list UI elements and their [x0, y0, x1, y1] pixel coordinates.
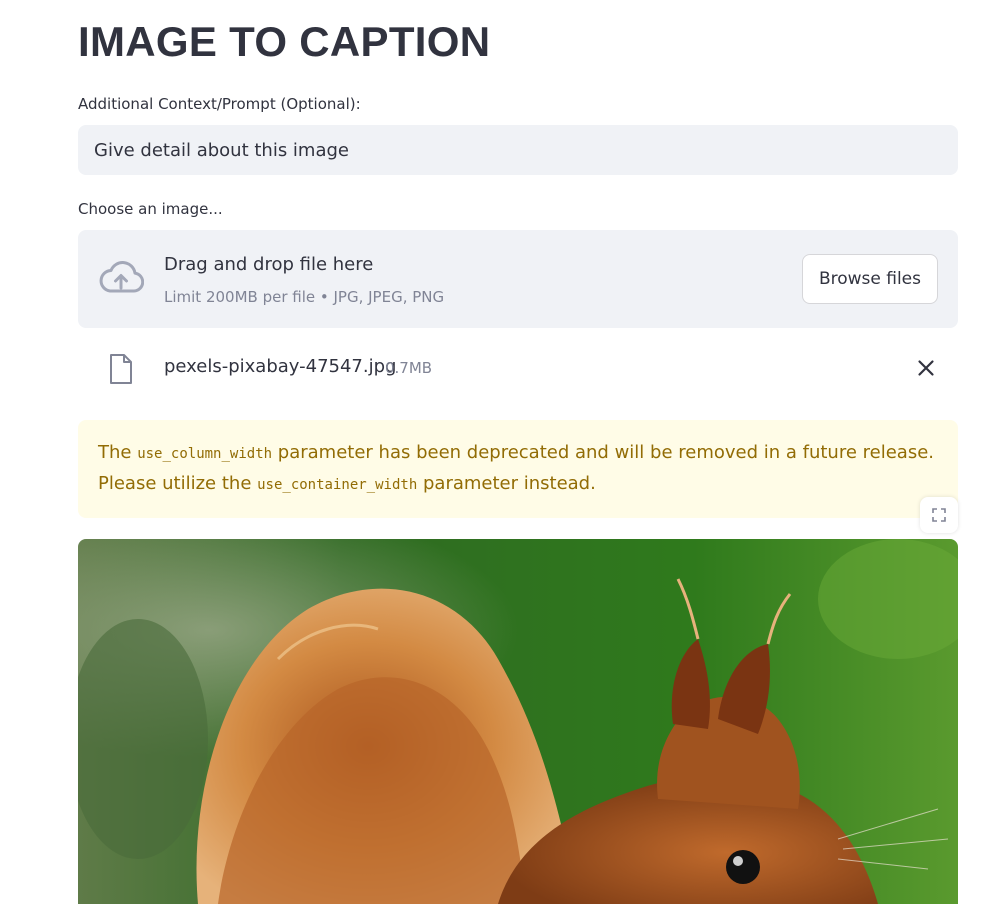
- cloud-upload-icon: [99, 261, 144, 293]
- squirrel-photo: [78, 539, 958, 904]
- uploaded-file-row: pexels-pixabay-47547.jpg 0.7MB: [78, 344, 958, 392]
- close-icon[interactable]: [914, 356, 938, 380]
- uploader-label: Choose an image...: [78, 200, 223, 218]
- file-icon: [110, 354, 132, 384]
- app-page: IMAGE TO CAPTION Additional Context/Prom…: [0, 0, 981, 904]
- warning-code-2: use_container_width: [257, 477, 418, 493]
- warning-text-1: The: [98, 442, 138, 463]
- uploaded-file-size: 0.7MB: [385, 359, 433, 377]
- deprecation-warning: The use_column_width parameter has been …: [78, 420, 958, 518]
- uploaded-image: [78, 539, 958, 904]
- prompt-label: Additional Context/Prompt (Optional):: [78, 95, 361, 113]
- fullscreen-button[interactable]: [920, 497, 958, 533]
- dropzone-limit: Limit 200MB per file • JPG, JPEG, PNG: [164, 288, 445, 306]
- fullscreen-icon: [932, 508, 946, 522]
- file-dropzone[interactable]: Drag and drop file here Limit 200MB per …: [78, 230, 958, 328]
- browse-files-button[interactable]: Browse files: [801, 254, 938, 304]
- warning-text-3: parameter instead.: [417, 473, 596, 494]
- dropzone-instructions: Drag and drop file here: [164, 254, 374, 275]
- warning-code-1: use_column_width: [137, 446, 273, 462]
- prompt-input[interactable]: [78, 125, 958, 175]
- page-title: IMAGE TO CAPTION: [78, 18, 491, 65]
- uploaded-file-name: pexels-pixabay-47547.jpg: [164, 356, 397, 377]
